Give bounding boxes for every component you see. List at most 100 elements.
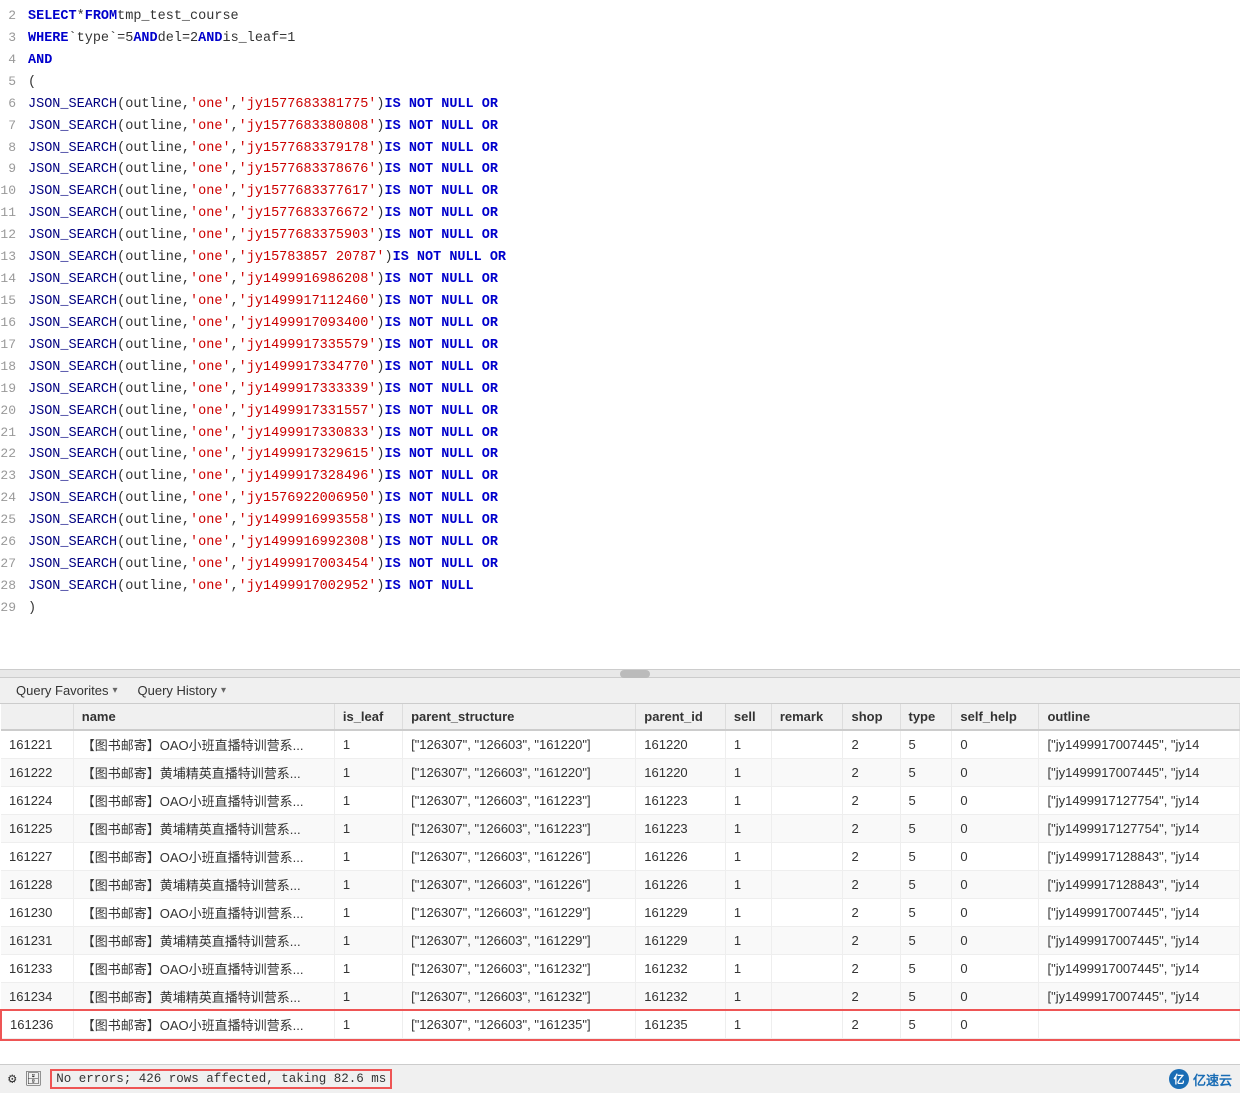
code-line: 5( — [0, 72, 1240, 94]
code-token: ) — [376, 182, 384, 203]
code-token: IS NOT NULL OR — [385, 314, 498, 335]
line-number: 13 — [0, 247, 28, 267]
table-cell: 161232 — [636, 955, 726, 983]
table-row[interactable]: 161230【图书邮寄】OAO小班直播特训营系...1["126307", "1… — [1, 899, 1240, 927]
line-number: 24 — [0, 488, 28, 508]
status-message: No errors; 426 rows affected, taking 82.… — [50, 1069, 392, 1089]
code-token: 'one' — [190, 139, 231, 160]
table-cell: 1 — [334, 759, 402, 787]
code-token: JSON_SEARCH — [28, 467, 117, 488]
table-header-cell[interactable]: self_help — [952, 704, 1039, 730]
table-header-cell[interactable]: parent_structure — [403, 704, 636, 730]
table-cell: ["jy1499917128843", "jy14 — [1039, 843, 1240, 871]
code-token: , — [231, 445, 239, 466]
table-cell: 1 — [334, 955, 402, 983]
code-token: ) — [376, 314, 384, 335]
table-row[interactable]: 161225【图书邮寄】黄埔精英直播特训营系...1["126307", "12… — [1, 815, 1240, 843]
code-token: 'jy1499916986208' — [239, 270, 377, 291]
table-header-cell[interactable]: name — [73, 704, 334, 730]
table-cell — [771, 927, 843, 955]
table-row[interactable]: 161231【图书邮寄】黄埔精英直播特训营系...1["126307", "12… — [1, 927, 1240, 955]
table-row[interactable]: 161222【图书邮寄】黄埔精英直播特训营系...1["126307", "12… — [1, 759, 1240, 787]
table-cell: 161223 — [636, 815, 726, 843]
line-number: 12 — [0, 225, 28, 245]
results-area[interactable]: nameis_leafparent_structureparent_idsell… — [0, 704, 1240, 1064]
results-table: nameis_leafparent_structureparent_idsell… — [0, 704, 1240, 1039]
code-token: (outline, — [117, 248, 190, 269]
table-row[interactable]: 161221【图书邮寄】OAO小班直播特训营系...1["126307", "1… — [1, 730, 1240, 759]
table-header-cell[interactable]: remark — [771, 704, 843, 730]
table-cell: 【图书邮寄】黄埔精英直播特训营系... — [73, 927, 334, 955]
code-token: 'one' — [190, 182, 231, 203]
code-token: (outline, — [117, 467, 190, 488]
code-token: , — [231, 380, 239, 401]
code-token: * — [77, 7, 85, 28]
code-token: IS NOT NULL OR — [385, 380, 498, 401]
query-favorites-button[interactable]: Query Favorites ▾ — [8, 681, 126, 700]
code-token: (outline, — [117, 314, 190, 335]
table-row[interactable]: 161236【图书邮寄】OAO小班直播特训营系...1["126307", "1… — [1, 1011, 1240, 1039]
code-token: (outline, — [117, 555, 190, 576]
table-cell: 161228 — [1, 871, 73, 899]
code-token: 'jy1499917333339' — [239, 380, 377, 401]
code-token: 'one' — [190, 314, 231, 335]
table-cell — [1039, 1011, 1240, 1039]
table-cell: 5 — [900, 1011, 952, 1039]
table-cell: 【图书邮寄】OAO小班直播特训营系... — [73, 843, 334, 871]
code-token: WHERE — [28, 29, 69, 50]
code-line: 13JSON_SEARCH(outline, 'one', 'jy1578385… — [0, 247, 1240, 269]
table-header-cell[interactable]: type — [900, 704, 952, 730]
table-cell: 5 — [900, 927, 952, 955]
code-token: , — [231, 555, 239, 576]
code-token: 'jy1499917331557' — [239, 402, 377, 423]
table-header-cell[interactable]: parent_id — [636, 704, 726, 730]
table-cell: 2 — [843, 927, 900, 955]
table-cell: 5 — [900, 871, 952, 899]
logo-area: 亿 亿速云 — [1169, 1069, 1232, 1089]
table-row[interactable]: 161227【图书邮寄】OAO小班直播特训营系...1["126307", "1… — [1, 843, 1240, 871]
table-cell — [771, 787, 843, 815]
code-token: (outline, — [117, 336, 190, 357]
table-header-cell[interactable]: outline — [1039, 704, 1240, 730]
table-cell: 1 — [334, 843, 402, 871]
code-token: (outline, — [117, 358, 190, 379]
code-token: JSON_SEARCH — [28, 248, 117, 269]
table-cell: 1 — [334, 1011, 402, 1039]
code-token: JSON_SEARCH — [28, 160, 117, 181]
settings-icon[interactable]: ⚙ — [8, 1071, 16, 1088]
code-token: ) — [376, 445, 384, 466]
table-header-cell[interactable] — [1, 704, 73, 730]
table-cell: 5 — [900, 815, 952, 843]
scroll-thumb[interactable] — [620, 670, 650, 678]
table-header-cell[interactable]: sell — [725, 704, 771, 730]
code-token: IS NOT NULL OR — [385, 95, 498, 116]
table-header-cell[interactable]: is_leaf — [334, 704, 402, 730]
code-token: ) — [376, 533, 384, 554]
table-cell: ["jy1499917128843", "jy14 — [1039, 871, 1240, 899]
code-token: IS NOT NULL OR — [385, 533, 498, 554]
line-number: 11 — [0, 203, 28, 223]
query-history-button[interactable]: Query History ▾ — [130, 681, 235, 700]
code-token: 'jy1577683381775' — [239, 95, 377, 116]
sql-editor[interactable]: 2SELECT * FROM tmp_test_course3WHERE `ty… — [0, 0, 1240, 670]
table-cell: 161220 — [636, 759, 726, 787]
table-header-cell[interactable]: shop — [843, 704, 900, 730]
table-row[interactable]: 161234【图书邮寄】黄埔精英直播特训营系...1["126307", "12… — [1, 983, 1240, 1011]
code-token: , — [231, 226, 239, 247]
code-token: 'one' — [190, 292, 231, 313]
table-cell: 161235 — [636, 1011, 726, 1039]
table-cell: 161232 — [636, 983, 726, 1011]
code-token: 'one' — [190, 204, 231, 225]
table-row[interactable]: 161228【图书邮寄】黄埔精英直播特训营系...1["126307", "12… — [1, 871, 1240, 899]
code-token: 'jy1499917335579' — [239, 336, 377, 357]
code-token: 'one' — [190, 117, 231, 138]
table-row[interactable]: 161224【图书邮寄】OAO小班直播特训营系...1["126307", "1… — [1, 787, 1240, 815]
horizontal-scrollbar[interactable] — [0, 670, 1240, 678]
code-token: (outline, — [117, 226, 190, 247]
code-token: , — [231, 489, 239, 510]
code-token: IS NOT NULL OR — [385, 160, 498, 181]
table-cell: ["126307", "126603", "161220"] — [403, 730, 636, 759]
table-row[interactable]: 161233【图书邮寄】OAO小班直播特训营系...1["126307", "1… — [1, 955, 1240, 983]
code-token: (outline, — [117, 424, 190, 445]
line-number: 5 — [0, 72, 28, 92]
